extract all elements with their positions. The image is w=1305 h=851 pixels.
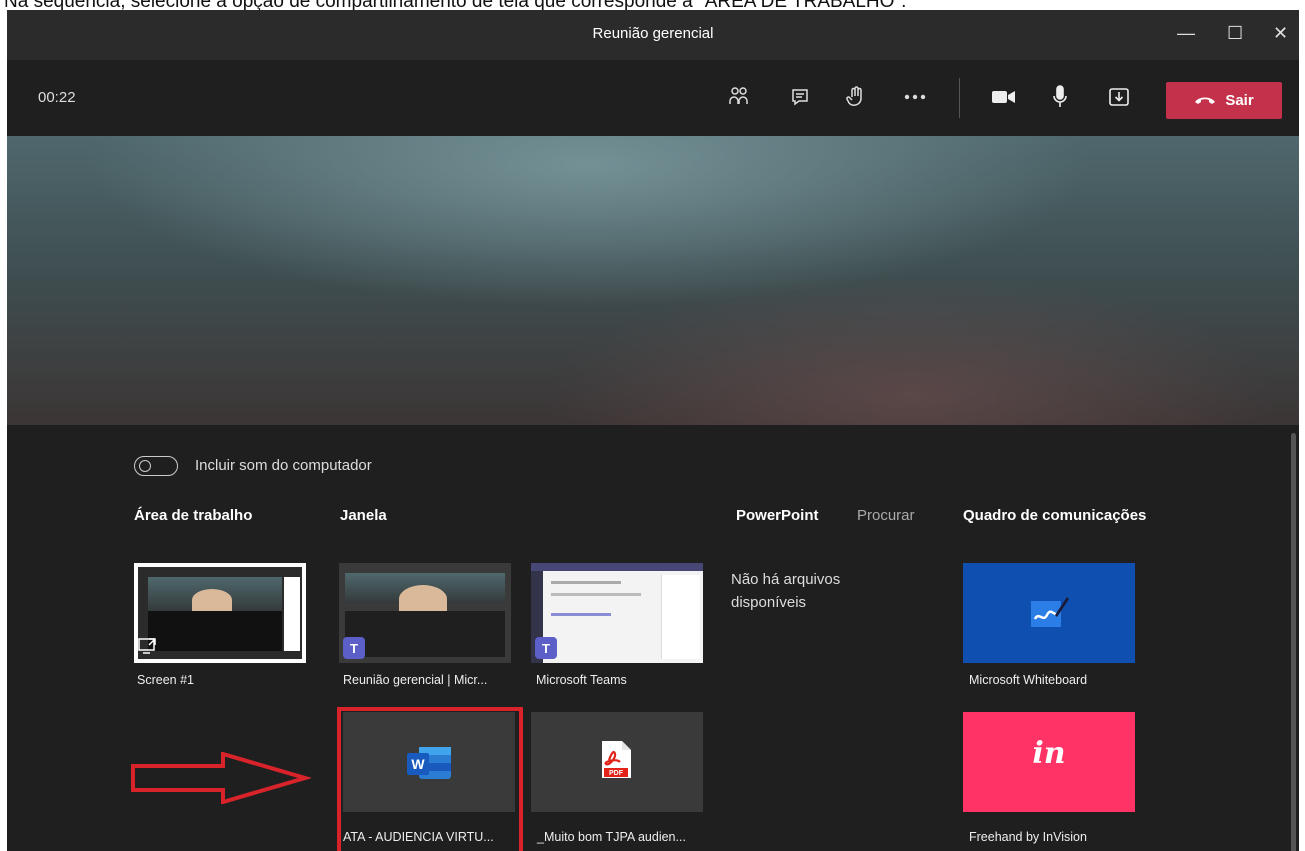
title-bar: Reunião gerencial — ☐ ✕ (7, 10, 1299, 60)
minimize-icon[interactable]: — (1177, 23, 1195, 44)
teams-preview-header (531, 563, 703, 571)
whiteboard-app-thumbnail[interactable] (963, 563, 1135, 663)
whiteboard-icon (1029, 593, 1069, 638)
invision-logo-icon: in (1032, 736, 1066, 771)
teams-app-icon: T (535, 637, 557, 659)
window-teams-label: Microsoft Teams (536, 673, 627, 687)
leave-button[interactable]: Sair (1166, 82, 1282, 119)
window-reuniao-thumbnail[interactable]: T (339, 563, 511, 663)
participants-icon[interactable] (724, 82, 754, 112)
desktop-preview (134, 563, 306, 663)
section-whiteboard: Quadro de comunicações (963, 507, 1147, 524)
meeting-timer: 00:22 (38, 89, 76, 106)
no-files-message: Não há arquivos disponíveis (731, 571, 841, 611)
panel-scrollbar[interactable] (1291, 433, 1296, 851)
window-reuniao-label: Reunião gerencial | Micr... (343, 673, 488, 687)
teams-meeting-window: Reunião gerencial — ☐ ✕ 00:22 Sair Inclu… (7, 10, 1299, 851)
window-pdf-label: _Muito bom TJPA audien... (537, 830, 686, 844)
section-desktop: Área de trabalho (134, 507, 253, 524)
meeting-toolbar: 00:22 Sair (7, 60, 1299, 136)
pdf-glyph: PDF (609, 770, 624, 777)
desktop-screen-label: Screen #1 (137, 673, 194, 687)
include-audio-toggle[interactable] (134, 456, 178, 476)
pointer-arrow-icon (131, 752, 311, 804)
browse-link[interactable]: Procurar (857, 507, 915, 524)
toggle-knob (139, 460, 151, 472)
invision-app-label: Freehand by InVision (969, 830, 1087, 844)
microphone-icon[interactable] (1045, 82, 1075, 112)
teams-app-icon: T (343, 637, 365, 659)
whiteboard-app-label: Microsoft Whiteboard (969, 673, 1088, 687)
invision-app-thumbnail[interactable]: in (963, 712, 1135, 812)
video-feed (7, 136, 1299, 425)
chat-icon[interactable] (785, 82, 815, 112)
desktop-screen-thumbnail[interactable] (134, 563, 306, 663)
leave-label: Sair (1225, 92, 1254, 109)
window-pdf-thumbnail[interactable]: PDF (531, 712, 703, 812)
camera-icon[interactable] (989, 82, 1019, 112)
toolbar-divider (959, 78, 960, 118)
highlight-box (337, 707, 523, 851)
share-tray-icon[interactable] (1104, 82, 1134, 112)
close-icon[interactable]: ✕ (1273, 23, 1288, 44)
pdf-icon: PDF (599, 740, 633, 785)
include-audio-label: Incluir som do computador (195, 457, 372, 474)
window-teams-thumbnail[interactable]: T (531, 563, 703, 663)
more-options-icon[interactable] (900, 82, 930, 112)
section-window: Janela (340, 507, 387, 524)
hang-up-icon (1194, 92, 1216, 109)
maximize-icon[interactable]: ☐ (1227, 23, 1243, 44)
screen-share-icon (138, 637, 158, 660)
raise-hand-icon[interactable] (841, 82, 871, 112)
section-powerpoint: PowerPoint (736, 507, 819, 524)
window-title: Reunião gerencial (592, 25, 714, 42)
